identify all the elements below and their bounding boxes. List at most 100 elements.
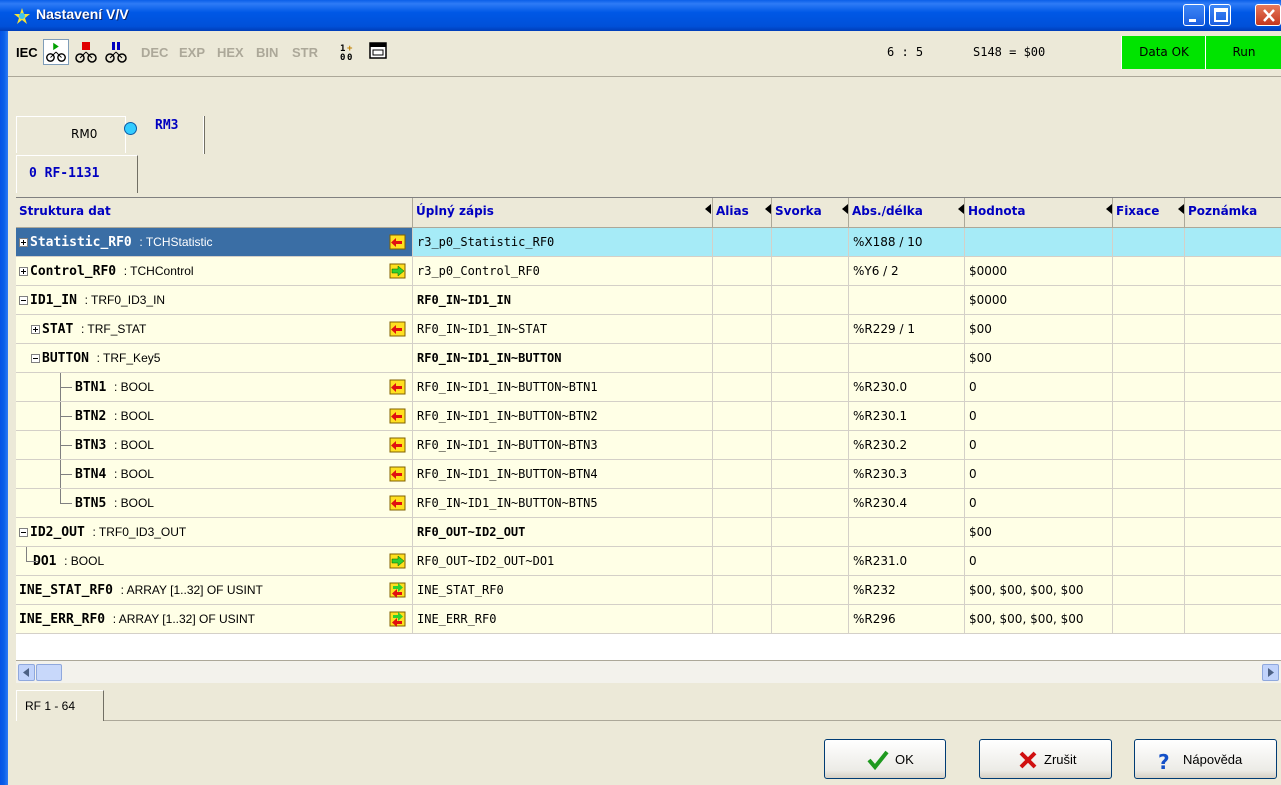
cell-structure[interactable]: Control_RF0 : TCHControl — [16, 257, 413, 285]
cell-alias[interactable] — [713, 228, 772, 256]
str-button[interactable]: STR — [292, 45, 318, 60]
cell-value[interactable]: $00, $00, $00, $00 — [965, 576, 1113, 604]
minimize-button[interactable] — [1183, 4, 1205, 26]
cell-full-path[interactable]: r3_p0_Control_RF0 — [413, 257, 713, 285]
table-row[interactable]: Statistic_RF0 : TCHStatistic r3_p0_Statis… — [16, 228, 1281, 257]
cell-fixation[interactable] — [1113, 518, 1185, 546]
cell-full-path[interactable]: RF0_IN~ID1_IN~BUTTON~BTN4 — [413, 460, 713, 488]
col-header-structure[interactable]: Struktura dat — [16, 198, 413, 227]
cell-alias[interactable] — [713, 576, 772, 604]
bicycle-red-icon[interactable] — [73, 39, 99, 65]
cell-note[interactable] — [1185, 605, 1281, 633]
cell-value[interactable]: $00, $00, $00, $00 — [965, 605, 1113, 633]
cell-full-path[interactable]: r3_p0_Statistic_RF0 — [413, 228, 713, 256]
cell-structure[interactable]: BTN4 : BOOL — [16, 460, 413, 488]
expand-icon[interactable] — [31, 325, 40, 334]
hex-button[interactable]: HEX — [217, 45, 244, 60]
cell-alias[interactable] — [713, 605, 772, 633]
cell-terminal[interactable] — [772, 402, 849, 430]
cell-value[interactable]: $00 — [965, 344, 1113, 372]
table-row[interactable]: ID2_OUT : TRF0_ID3_OUT RF0_OUT~ID2_OUT $00 — [16, 518, 1281, 547]
cell-value[interactable] — [965, 228, 1113, 256]
table-row[interactable]: STAT : TRF_STAT RF0_IN~ID1_IN~STAT %R229 /… — [16, 315, 1281, 344]
scroll-left-button[interactable] — [18, 664, 35, 681]
col-header-full[interactable]: Úplný zápis — [413, 198, 713, 227]
tab-rm0[interactable]: RM0 — [16, 116, 126, 153]
cell-structure[interactable]: ID1_IN : TRF0_ID3_IN — [16, 286, 413, 314]
cell-full-path[interactable]: RF0_IN~ID1_IN~BUTTON~BTN3 — [413, 431, 713, 459]
table-row[interactable]: BTN1 : BOOL RF0_IN~ID1_IN~BUTTON~BTN1 %R23… — [16, 373, 1281, 402]
close-button[interactable] — [1255, 4, 1281, 26]
cell-terminal[interactable] — [772, 518, 849, 546]
col-header-fixation[interactable]: Fixace — [1113, 198, 1185, 227]
cell-abs[interactable]: %R296 — [849, 605, 965, 633]
cell-structure[interactable]: Statistic_RF0 : TCHStatistic — [16, 228, 413, 256]
collapse-icon[interactable] — [19, 296, 28, 305]
cell-value[interactable]: 0 — [965, 489, 1113, 517]
cell-terminal[interactable] — [772, 286, 849, 314]
cell-fixation[interactable] — [1113, 257, 1185, 285]
cell-structure[interactable]: INE_STAT_RF0 : ARRAY [1..32] OF USINT — [16, 576, 413, 604]
cell-alias[interactable] — [713, 344, 772, 372]
cell-fixation[interactable] — [1113, 286, 1185, 314]
cell-terminal[interactable] — [772, 460, 849, 488]
cell-full-path[interactable]: RF0_IN~ID1_IN~BUTTON~BTN1 — [413, 373, 713, 401]
cell-abs[interactable]: %R230.4 — [849, 489, 965, 517]
cell-note[interactable] — [1185, 402, 1281, 430]
cell-structure[interactable]: BUTTON : TRF_Key5 — [16, 344, 413, 372]
table-row[interactable]: BTN4 : BOOL RF0_IN~ID1_IN~BUTTON~BTN4 %R23… — [16, 460, 1281, 489]
window-icon[interactable] — [365, 39, 391, 65]
cell-value[interactable]: $00 — [965, 315, 1113, 343]
cell-fixation[interactable] — [1113, 605, 1185, 633]
col-resize-icon[interactable] — [842, 204, 848, 214]
cell-note[interactable] — [1185, 576, 1281, 604]
cell-note[interactable] — [1185, 257, 1281, 285]
cell-full-path[interactable]: RF0_IN~ID1_IN~BUTTON~BTN5 — [413, 489, 713, 517]
cell-abs[interactable]: %R232 — [849, 576, 965, 604]
cell-fixation[interactable] — [1113, 228, 1185, 256]
cell-note[interactable] — [1185, 286, 1281, 314]
cell-note[interactable] — [1185, 460, 1281, 488]
cell-note[interactable] — [1185, 315, 1281, 343]
cell-terminal[interactable] — [772, 431, 849, 459]
cell-fixation[interactable] — [1113, 373, 1185, 401]
cell-full-path[interactable]: RF0_IN~ID1_IN~STAT — [413, 315, 713, 343]
cell-fixation[interactable] — [1113, 460, 1185, 488]
cell-value[interactable]: $0000 — [965, 286, 1113, 314]
cell-note[interactable] — [1185, 489, 1281, 517]
col-header-value[interactable]: Hodnota — [965, 198, 1113, 227]
cell-note[interactable] — [1185, 373, 1281, 401]
cell-structure[interactable]: BTN1 : BOOL — [16, 373, 413, 401]
cell-value[interactable]: 0 — [965, 547, 1113, 575]
cell-terminal[interactable] — [772, 576, 849, 604]
expand-icon[interactable] — [19, 267, 28, 276]
cell-fixation[interactable] — [1113, 315, 1185, 343]
cell-value[interactable]: 0 — [965, 402, 1113, 430]
cell-alias[interactable] — [713, 373, 772, 401]
scroll-right-button[interactable] — [1262, 664, 1279, 681]
collapse-icon[interactable] — [31, 354, 40, 363]
expand-icon[interactable] — [19, 238, 28, 247]
cell-terminal[interactable] — [772, 605, 849, 633]
cell-alias[interactable] — [713, 460, 772, 488]
cell-value[interactable]: 0 — [965, 460, 1113, 488]
dec-button[interactable]: DEC — [141, 45, 168, 60]
cell-alias[interactable] — [713, 489, 772, 517]
col-header-alias[interactable]: Alias — [713, 198, 772, 227]
bin-button[interactable]: BIN — [256, 45, 278, 60]
cell-full-path[interactable]: RF0_IN~ID1_IN~BUTTON — [413, 344, 713, 372]
cell-abs[interactable]: %R230.0 — [849, 373, 965, 401]
cell-alias[interactable] — [713, 547, 772, 575]
cell-structure[interactable]: BTN5 : BOOL — [16, 489, 413, 517]
collapse-icon[interactable] — [19, 528, 28, 537]
cell-alias[interactable] — [713, 286, 772, 314]
tab-rm3[interactable]: RM3 — [155, 118, 178, 133]
scroll-thumb[interactable] — [36, 664, 62, 681]
cell-structure[interactable]: INE_ERR_RF0 : ARRAY [1..32] OF USINT — [16, 605, 413, 633]
cell-abs[interactable]: %X188 / 10 — [849, 228, 965, 256]
col-resize-icon[interactable] — [1178, 204, 1184, 214]
cell-terminal[interactable] — [772, 257, 849, 285]
cell-value[interactable]: 0 — [965, 373, 1113, 401]
col-resize-icon[interactable] — [1106, 204, 1112, 214]
cell-note[interactable] — [1185, 228, 1281, 256]
